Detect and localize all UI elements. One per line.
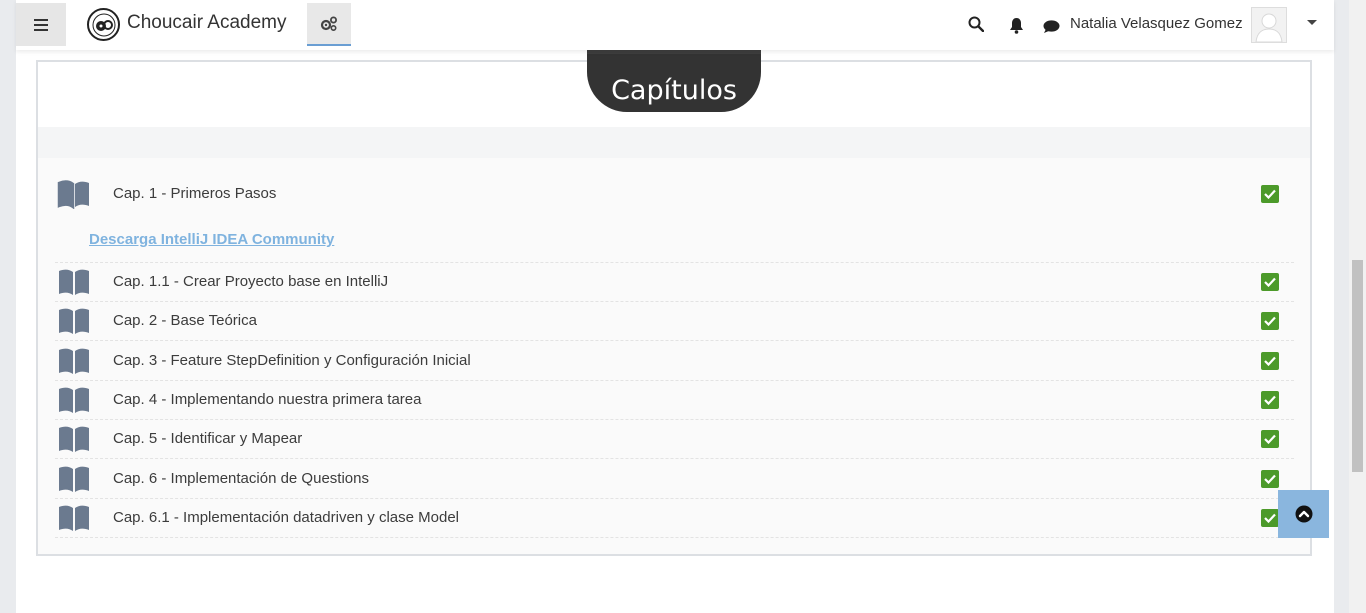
- checkmark-icon: [1264, 395, 1276, 405]
- book-icon: [57, 180, 89, 209]
- chapter-row[interactable]: Cap. 2 - Base Teórica: [55, 301, 1294, 341]
- hamburger-icon: [34, 18, 48, 31]
- scrollbar-thumb[interactable]: [1352, 260, 1363, 472]
- choucair-logo-icon: [92, 13, 115, 36]
- section-title: Capítulos: [611, 75, 737, 106]
- checkmark-icon: [1264, 189, 1276, 199]
- chevron-up-circle-icon: [1295, 505, 1312, 523]
- completion-checkbox[interactable]: [1261, 470, 1279, 488]
- book-icon: [59, 466, 89, 492]
- chapter-row[interactable]: Cap. 6.1 - Implementación datadriven y c…: [55, 498, 1294, 538]
- chapter-title[interactable]: Cap. 1 - Primeros Pasos: [113, 185, 276, 202]
- chapter-row[interactable]: Cap. 1 - Primeros Pasos: [55, 174, 1294, 213]
- search-icon: [968, 16, 984, 32]
- completion-checkbox[interactable]: [1261, 509, 1279, 527]
- user-name[interactable]: Natalia Velasquez Gomez: [1070, 15, 1243, 32]
- chapter-row[interactable]: Cap. 3 - Feature StepDefinition y Config…: [55, 341, 1294, 381]
- user-avatar[interactable]: [1251, 7, 1287, 43]
- top-navbar: Choucair Academy Natalia Velasquez Gomez: [16, 0, 1334, 50]
- bell-icon: [1009, 17, 1023, 34]
- notifications-button[interactable]: [1006, 15, 1026, 35]
- checkmark-icon: [1264, 356, 1276, 366]
- completion-checkbox[interactable]: [1261, 352, 1279, 370]
- chapter-title[interactable]: Cap. 1.1 - Crear Proyecto base en Intell…: [113, 273, 388, 290]
- chapter-title[interactable]: Cap. 3 - Feature StepDefinition y Config…: [113, 352, 471, 369]
- checkmark-icon: [1264, 277, 1276, 287]
- chapter-row[interactable]: Cap. 5 - Identificar y Mapear: [55, 419, 1294, 459]
- chapter-row[interactable]: Cap. 6 - Implementación de Questions: [55, 459, 1294, 499]
- completion-checkbox[interactable]: [1261, 430, 1279, 448]
- completion-checkbox[interactable]: [1261, 273, 1279, 291]
- completion-checkbox[interactable]: [1261, 391, 1279, 409]
- section-header-band: [38, 127, 1310, 158]
- completion-checkbox[interactable]: [1261, 312, 1279, 330]
- page-scrollbar[interactable]: [1349, 0, 1366, 613]
- chapter-title[interactable]: Cap. 6.1 - Implementación datadriven y c…: [113, 509, 459, 526]
- book-icon: [59, 505, 89, 531]
- gears-icon: [320, 16, 337, 31]
- book-icon: [59, 269, 89, 295]
- default-user-icon: [1252, 8, 1286, 42]
- settings-button[interactable]: [307, 3, 351, 46]
- checkmark-icon: [1264, 474, 1276, 484]
- chapter-title[interactable]: Cap. 2 - Base Teórica: [113, 312, 257, 329]
- book-icon: [59, 426, 89, 452]
- messages-button[interactable]: [1041, 16, 1061, 36]
- chapter-row[interactable]: Cap. 4 - Implementando nuestra primera t…: [55, 380, 1294, 420]
- section-title-pill: Capítulos: [587, 46, 761, 112]
- row-divider: [55, 223, 1294, 263]
- chapter-title[interactable]: Cap. 5 - Identificar y Mapear: [113, 430, 302, 447]
- checkmark-icon: [1264, 513, 1276, 523]
- checkmark-icon: [1264, 316, 1276, 326]
- completion-checkbox[interactable]: [1261, 185, 1279, 203]
- brand-name[interactable]: Choucair Academy: [127, 12, 286, 34]
- search-button[interactable]: [966, 14, 986, 34]
- back-to-top-button[interactable]: [1278, 490, 1329, 538]
- book-icon: [59, 308, 89, 334]
- chat-bubble-icon: [1043, 19, 1059, 33]
- user-menu-caret-icon[interactable]: [1307, 20, 1317, 25]
- chapter-row[interactable]: Cap. 1.1 - Crear Proyecto base en Intell…: [55, 262, 1294, 302]
- book-icon: [59, 387, 89, 413]
- chapter-title[interactable]: Cap. 4 - Implementando nuestra primera t…: [113, 391, 422, 408]
- menu-toggle-button[interactable]: [16, 3, 66, 46]
- checkmark-icon: [1264, 434, 1276, 444]
- chapter-title[interactable]: Cap. 6 - Implementación de Questions: [113, 470, 369, 487]
- book-icon: [59, 348, 89, 374]
- brand-logo[interactable]: [87, 8, 120, 41]
